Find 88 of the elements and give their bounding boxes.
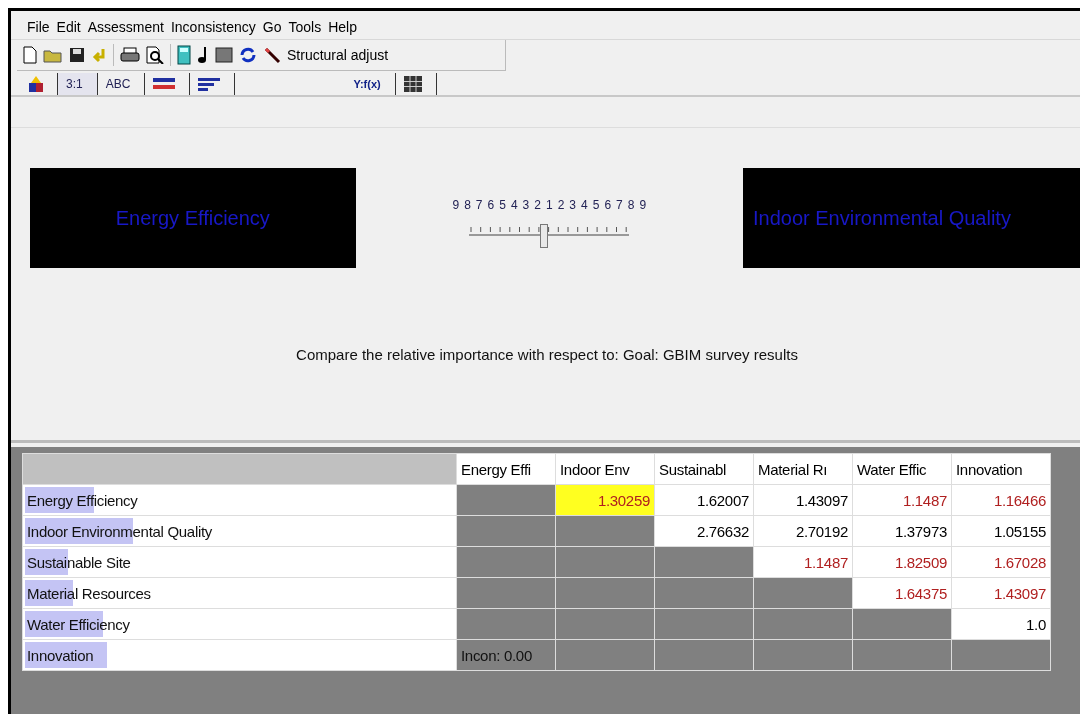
new-file-icon[interactable] [23, 46, 37, 64]
cell-value: 2.76632 [696, 522, 749, 540]
scale-number: 9 [452, 198, 460, 212]
row-label: Sustainable Site [26, 553, 131, 571]
menu-item[interactable]: Go [262, 19, 282, 35]
table-cell[interactable]: 1.30259 [555, 484, 655, 516]
column-header: Innovation [951, 453, 1051, 485]
music-note-icon[interactable] [197, 46, 209, 64]
scale-number: 5 [499, 198, 506, 212]
cell-value: 1.43097 [795, 491, 848, 509]
scale-number: 3 [522, 198, 530, 212]
tab[interactable]: ABC [97, 73, 146, 95]
scale-number: 2 [557, 198, 565, 212]
row-label: Innovation [26, 646, 94, 664]
column-header: Indoor Env [555, 453, 655, 485]
criterion-panel: Indoor Environmental Quality [743, 168, 1080, 268]
column-header: Energy Effi [456, 453, 556, 485]
table-cell[interactable]: 1.64375 [852, 577, 952, 609]
cell-value: 1.1487 [803, 553, 848, 571]
column-header: Sustainabl [654, 453, 754, 485]
print-preview-icon[interactable] [146, 46, 164, 64]
scale-number: 5 [592, 198, 600, 212]
table-cell[interactable]: 1.05155 [951, 515, 1051, 547]
scale-number: 8 [464, 198, 471, 212]
cell-value: 2.70192 [795, 522, 848, 540]
menu-item[interactable]: Assessment [87, 19, 164, 35]
scale-number: 4 [581, 198, 588, 212]
equals-icon [153, 78, 176, 90]
table-cell[interactable]: 1.43097 [753, 484, 853, 516]
menu-item[interactable]: Tools [288, 19, 322, 35]
scale-number: 4 [510, 198, 518, 212]
row-label: Water Efficiency [26, 615, 130, 633]
folder-icon[interactable] [43, 47, 63, 63]
scale-number: 8 [627, 198, 635, 212]
menu-item[interactable]: Edit [56, 19, 81, 35]
tab[interactable]: 3:1 [58, 73, 98, 95]
refresh-icon[interactable] [239, 46, 257, 64]
menu-item[interactable]: Help [328, 19, 357, 35]
menu-item[interactable]: Inconsistency [170, 19, 256, 35]
cell-value: 1.82509 [894, 553, 947, 571]
cell-value: 1.62007 [696, 491, 749, 509]
table-cell[interactable]: 1.1487 [852, 484, 952, 516]
scale-number: 6 [487, 198, 495, 212]
scale-number: 7 [616, 198, 623, 212]
row-label: Indoor Environmental Quality [26, 522, 213, 540]
cell-value: 1.43097 [993, 584, 1046, 602]
table-cell[interactable]: 1.82509 [852, 546, 952, 578]
scale-number: 2 [534, 198, 541, 212]
cell-value: 1.37973 [894, 522, 947, 540]
printer-icon[interactable] [120, 47, 140, 63]
cell-value: 1.64375 [894, 584, 947, 602]
cell-value: 1.05155 [993, 522, 1046, 540]
cell-value: 1.67028 [993, 553, 1046, 571]
row-label: Material Resources [26, 584, 151, 602]
row-label: Energy Efficiency [26, 491, 138, 509]
table-cell[interactable]: 1.1487 [753, 546, 853, 578]
criterion-panel: Energy Efficiency [30, 168, 356, 268]
grid-icon [403, 76, 422, 92]
square-icon[interactable] [215, 47, 233, 63]
tab[interactable]: Y:f(x) [345, 73, 396, 95]
cell-value: 1.1487 [902, 491, 947, 509]
table-cell[interactable]: 2.70192 [753, 515, 853, 547]
cell-value: 1.30259 [597, 491, 650, 509]
column-header: Water Effic [852, 453, 952, 485]
scale-number: 6 [604, 198, 612, 212]
blocks-icon [29, 76, 43, 92]
inconsistency-value: Incon: 0.00 [456, 639, 556, 671]
table-cell[interactable]: 1.0 [951, 608, 1051, 640]
table-cell[interactable]: 1.43097 [951, 577, 1051, 609]
scale-number: 7 [475, 198, 483, 212]
caption-text: Compare the relative importance with respect to: Goal: GBIM survey results [296, 345, 798, 363]
scale-number: 3 [569, 198, 576, 212]
sort-lines-icon [198, 77, 221, 91]
table-cell[interactable]: 1.37973 [852, 515, 952, 547]
cell-value: 1.0 [1026, 615, 1046, 633]
menu-item[interactable]: File [27, 19, 50, 35]
slider-thumb[interactable] [540, 224, 549, 248]
column-header: Material Rı [753, 453, 853, 485]
structural-adjust-button[interactable]: Structural adjust [287, 47, 389, 63]
table-cell[interactable]: 1.16466 [951, 484, 1051, 516]
table-cell[interactable]: 1.62007 [654, 484, 754, 516]
cell-value: 1.16466 [993, 491, 1046, 509]
table-cell[interactable]: 2.76632 [654, 515, 754, 547]
calculator-icon[interactable] [177, 45, 191, 65]
scale-number: 1 [545, 198, 553, 212]
table-cell[interactable]: 1.67028 [951, 546, 1051, 578]
scale-number: 9 [639, 198, 647, 212]
magic-wand-icon[interactable] [263, 46, 281, 64]
